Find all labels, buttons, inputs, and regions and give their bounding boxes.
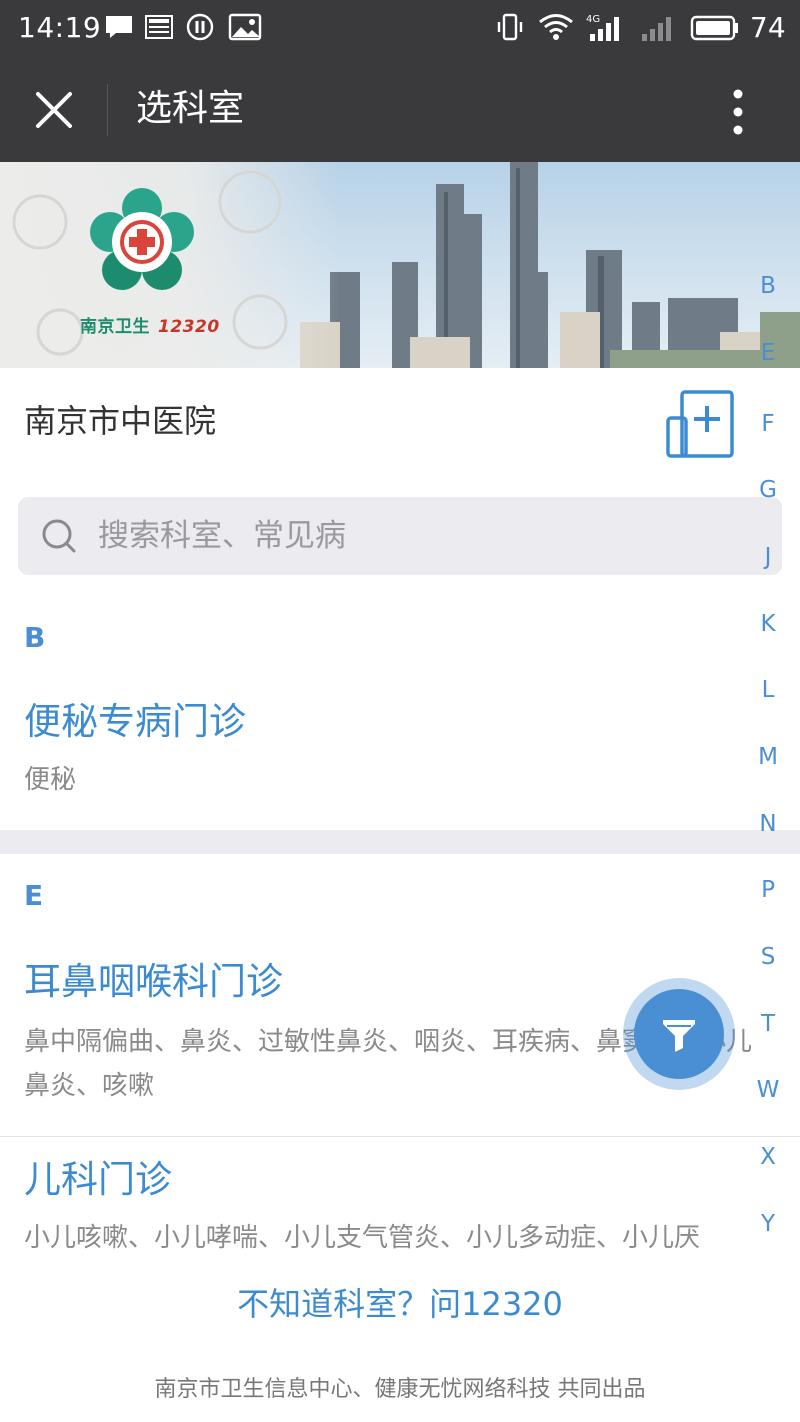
search-icon	[42, 519, 76, 553]
more-button[interactable]	[712, 82, 764, 142]
index-letter[interactable]: T	[748, 1008, 788, 1040]
battery-icon	[690, 15, 738, 41]
message-icon	[106, 16, 132, 38]
signal-empty-icon	[642, 17, 671, 41]
ask-12320-link[interactable]: 不知道科室？问12320	[0, 1280, 800, 1328]
battery-level: 74	[750, 11, 786, 44]
department-desc: 小儿咳嗽、小儿哮喘、小儿支气管炎、小儿多动症、小儿厌	[24, 1223, 701, 1253]
status-time: 14:19	[18, 11, 102, 44]
department-name[interactable]: 便秘专病门诊	[24, 698, 246, 746]
close-button[interactable]	[22, 78, 86, 142]
more-vertical-icon	[733, 89, 743, 135]
index-letter[interactable]: E	[748, 337, 788, 369]
index-letter[interactable]: S	[748, 941, 788, 973]
index-letter[interactable]: L	[748, 674, 788, 706]
department-name[interactable]: 耳鼻咽喉科门诊	[24, 958, 283, 1006]
section-letter-b: B	[24, 621, 46, 654]
search-box[interactable]	[18, 497, 782, 575]
department-name[interactable]: 儿科门诊	[24, 1156, 172, 1204]
news-icon	[145, 15, 173, 39]
title-divider	[107, 84, 108, 136]
index-letter[interactable]: J	[748, 541, 788, 573]
filter-icon	[663, 1020, 695, 1052]
hospital-name: 南京市中医院	[24, 402, 217, 440]
index-letter[interactable]: B	[748, 270, 788, 302]
index-letter[interactable]: N	[748, 808, 788, 840]
signal-icon: 4G	[586, 14, 619, 41]
section-letter-e: E	[24, 879, 44, 912]
department-desc: 便秘	[24, 765, 77, 795]
title-bar: 选科室	[0, 56, 800, 162]
row-divider	[0, 1136, 800, 1137]
footer-credit: 南京市卫生信息中心、健康无忧网络科技 共同出品	[154, 1377, 646, 1402]
index-letter[interactable]: X	[748, 1141, 788, 1173]
index-letter[interactable]: Y	[748, 1208, 788, 1240]
index-letter[interactable]: G	[748, 474, 788, 506]
alphabet-index[interactable]: B E F G J K L M N P S T W X Y	[748, 270, 788, 1250]
banner-logo-text: 南京卫生 12320	[80, 317, 220, 337]
vibrate-icon	[497, 13, 523, 41]
filter-button[interactable]	[634, 989, 724, 1079]
index-letter[interactable]: F	[748, 408, 788, 440]
search-input[interactable]	[98, 507, 698, 565]
close-icon	[36, 92, 72, 128]
status-bar: 14:19 4G 74	[0, 0, 800, 56]
index-letter[interactable]: W	[748, 1074, 788, 1106]
section-divider	[0, 830, 800, 854]
banner-image	[0, 162, 800, 368]
pause-icon	[186, 13, 214, 41]
index-letter[interactable]: M	[748, 741, 788, 773]
index-letter[interactable]: P	[748, 874, 788, 906]
hospital-icon[interactable]	[664, 388, 736, 460]
wifi-icon	[539, 14, 573, 40]
image-icon	[228, 13, 262, 41]
page-title: 选科室	[136, 88, 245, 129]
index-letter[interactable]: K	[748, 608, 788, 640]
banner: 南京卫生 12320	[0, 162, 800, 368]
svg-text:4G: 4G	[586, 14, 600, 25]
